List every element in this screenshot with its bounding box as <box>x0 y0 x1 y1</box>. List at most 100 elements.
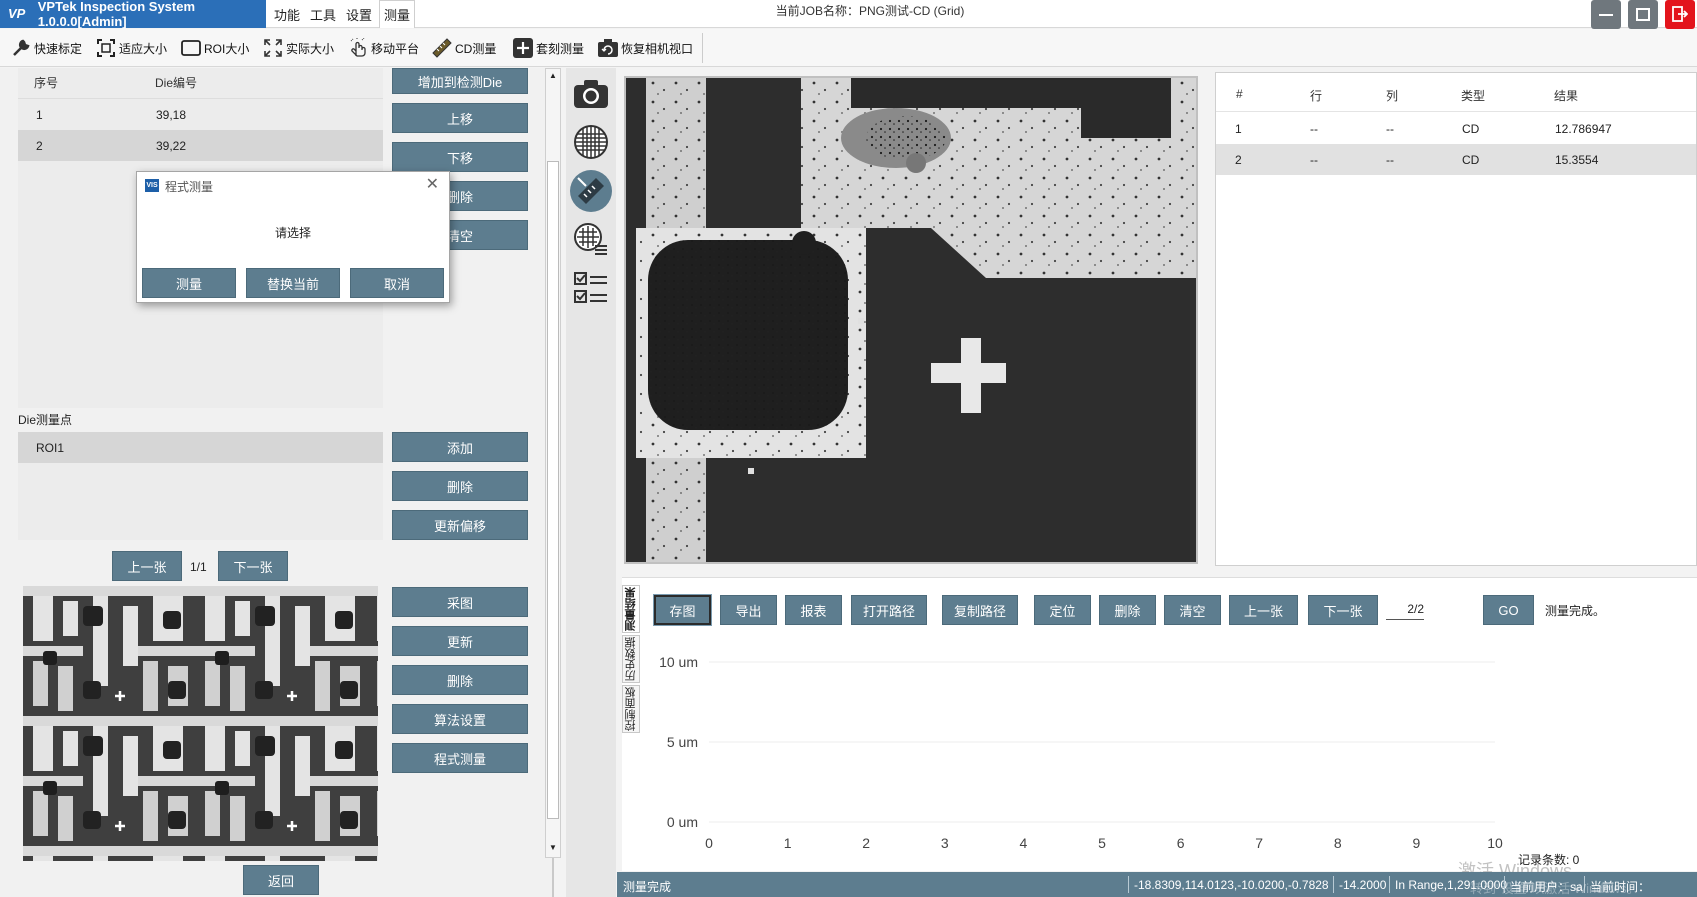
save-image-button[interactable]: 存图 <box>653 594 712 626</box>
left-panel-scrollbar[interactable]: ▲ ▼ <box>545 68 561 858</box>
y-tick-label: 0 um <box>667 814 698 830</box>
report-button[interactable]: 报表 <box>785 595 842 625</box>
scroll-down-icon[interactable]: ▼ <box>547 843 559 855</box>
app-title: VP VPTek Inspection System 1.0.0.0[Admin… <box>0 0 266 29</box>
tool-fit-size[interactable]: 适应大小 <box>95 35 167 61</box>
return-button[interactable]: 返回 <box>243 865 319 895</box>
tool-actual-size[interactable]: 实际大小 <box>262 35 334 61</box>
algorithm-settings-button[interactable]: 算法设置 <box>392 704 528 734</box>
wafer-map-button[interactable] <box>571 122 611 162</box>
camera-view[interactable] <box>624 76 1198 564</box>
tool-label: 移动平台 <box>371 41 420 56</box>
tab-history[interactable]: 历史数据 <box>622 635 640 683</box>
tool-overlay-measure[interactable]: 套刻测量 <box>512 35 584 61</box>
program-measure-dialog: VIS 程式测量 ✕ 请选择 测量 替换当前 取消 <box>136 171 450 303</box>
x-tick-label: 6 <box>1177 835 1185 851</box>
cell-no: 1 <box>36 107 43 122</box>
table-row[interactable]: 2 -- -- CD 15.3554 <box>1216 144 1696 175</box>
update-button[interactable]: 更新 <box>392 626 528 656</box>
image-page-indicator: 1/1 <box>190 560 207 574</box>
minimize-icon <box>1599 14 1613 16</box>
list-item[interactable]: ROI1 <box>18 432 383 463</box>
prev-result-button[interactable]: 上一张 <box>1229 595 1298 625</box>
next-result-button[interactable]: 下一张 <box>1308 595 1378 625</box>
z-position: -14.2000 <box>1339 878 1387 892</box>
cell-type: CD <box>1462 122 1480 136</box>
tab-measure-results[interactable]: 测量结果 <box>622 585 640 633</box>
die-grid-button[interactable] <box>571 220 611 260</box>
camera-icon <box>574 80 608 108</box>
ruler-pencil-icon <box>577 177 604 204</box>
close-icon[interactable]: ✕ <box>426 174 439 194</box>
vis-logo-icon: VIS <box>145 179 159 192</box>
tab-control-panel[interactable]: 控制面板 <box>622 685 640 733</box>
export-button[interactable]: 导出 <box>720 595 777 625</box>
next-image-button[interactable]: 下一张 <box>218 551 288 581</box>
exit-button[interactable] <box>1665 0 1695 29</box>
measure-button[interactable]: 测量 <box>142 268 236 298</box>
cell-row: -- <box>1310 122 1318 136</box>
tool-cd-measure[interactable]: CD测量 <box>431 35 496 61</box>
checklist-button[interactable] <box>571 268 611 308</box>
clear-result-button[interactable]: 清空 <box>1164 595 1221 625</box>
tool-quick-calibrate[interactable]: 快速标定 <box>10 35 82 61</box>
camera-button[interactable] <box>571 74 611 114</box>
app-name: VPTek Inspection System 1.0.0.0[Admin] <box>37 0 196 29</box>
prev-image-button[interactable]: 上一张 <box>112 551 182 581</box>
menu-function[interactable]: 功能 <box>270 0 304 28</box>
go-button[interactable]: GO <box>1483 595 1534 625</box>
cancel-button[interactable]: 取消 <box>350 268 444 298</box>
update-offset-button[interactable]: 更新偏移 <box>392 510 528 540</box>
scroll-up-icon[interactable]: ▲ <box>547 71 559 83</box>
tool-move-stage[interactable]: 移动平台 <box>347 35 419 61</box>
delete-result-button[interactable]: 删除 <box>1099 595 1156 625</box>
program-measure-button[interactable]: 程式测量 <box>392 743 528 773</box>
replace-current-button[interactable]: 替换当前 <box>246 268 340 298</box>
cd-measure-mode-button[interactable] <box>570 170 612 212</box>
move-down-button[interactable]: 下移 <box>392 142 528 172</box>
results-header-type: 类型 <box>1461 89 1486 103</box>
cell-id: 1 <box>1235 122 1242 136</box>
refresh-camera-icon <box>597 37 619 59</box>
add-to-inspect-die-button[interactable]: 增加到检测Die <box>392 68 528 94</box>
add-point-button[interactable]: 添加 <box>392 432 528 462</box>
y-tick-label: 10 um <box>659 654 698 670</box>
move-up-button[interactable]: 上移 <box>392 103 528 133</box>
dialog-title: 程式测量 <box>165 180 214 194</box>
menu-tools[interactable]: 工具 <box>306 0 340 28</box>
x-tick-label: 0 <box>705 835 713 851</box>
tool-label: 快速标定 <box>34 41 83 56</box>
copy-path-button[interactable]: 复制路径 <box>942 595 1018 625</box>
tool-roi-size[interactable]: ROI大小 <box>180 35 249 61</box>
job-name: 当前JOB名称：PNG测试-CD (Grid) <box>775 4 965 18</box>
table-row[interactable]: 1 39,18 <box>18 99 383 130</box>
cell-value: 15.3554 <box>1555 153 1599 167</box>
delete-point-button[interactable]: 删除 <box>392 471 528 501</box>
wafer-pattern-image <box>23 586 378 861</box>
results-table: # 行 列 类型 结果 1 -- -- CD 12.786947 2 -- --… <box>1215 72 1697 566</box>
open-path-button[interactable]: 打开路径 <box>851 595 927 625</box>
locate-button[interactable]: 定位 <box>1034 595 1091 625</box>
table-row[interactable]: 1 -- -- CD 12.786947 <box>1216 113 1696 144</box>
table-row[interactable]: 2 39,22 <box>18 130 383 161</box>
expand-arrows-icon <box>262 37 284 59</box>
wafer-thumbnail[interactable] <box>23 586 378 861</box>
scroll-thumb[interactable] <box>547 161 559 819</box>
cell-id: 2 <box>1235 153 1242 167</box>
page-input[interactable]: 2/2 <box>1386 602 1424 620</box>
delete-image-button[interactable]: 删除 <box>392 665 528 695</box>
x-tick-label: 9 <box>1413 835 1421 851</box>
cell-die: 39,18 <box>156 107 187 122</box>
maximize-button[interactable] <box>1628 0 1658 29</box>
x-tick-label: 7 <box>1255 835 1263 851</box>
cell-value: 12.786947 <box>1555 122 1612 136</box>
measure-points-list: ROI1 <box>18 432 383 540</box>
tool-restore-viewport[interactable]: 恢复相机视口 <box>597 35 693 61</box>
menu-settings[interactable]: 设置 <box>342 0 376 28</box>
roi-rect-icon <box>180 37 202 59</box>
results-header-id: # <box>1236 87 1243 101</box>
die-list-header-die: Die编号 <box>155 76 198 90</box>
minimize-button[interactable] <box>1591 0 1621 29</box>
capture-button[interactable]: 采图 <box>392 587 528 617</box>
menu-measure[interactable]: 测量 <box>379 0 415 28</box>
